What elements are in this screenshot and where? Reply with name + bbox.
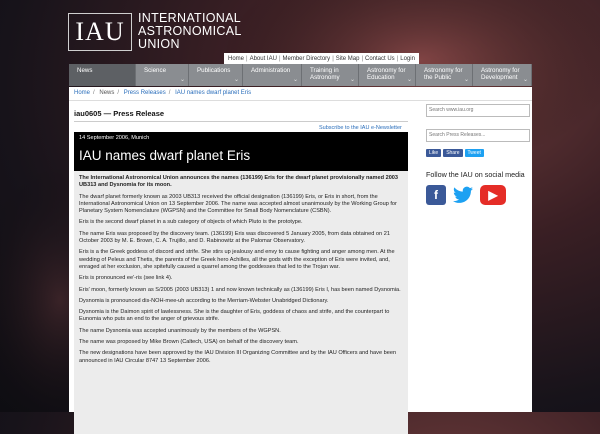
top-link-site-map[interactable]: Site Map xyxy=(336,56,360,62)
main-column: iau0605 — Press Release Subscribe to the… xyxy=(74,109,408,434)
logo-mark: IAU xyxy=(68,12,132,51)
dateline: 14 September 2006, Munich xyxy=(79,135,150,141)
chevron-down-icon: ⌄ xyxy=(463,77,469,83)
nav-item-administration[interactable]: Administration ⌄ xyxy=(243,64,302,86)
paragraph: Eris' moon, formerly known as S/2005 (20… xyxy=(79,286,401,293)
page-content: Home / News / Press Releases / IAU names dw… xyxy=(69,87,532,434)
paragraph: The new designations have been approved … xyxy=(79,350,397,364)
paragraph: The name Eris was proposed by the discov… xyxy=(79,230,390,245)
share-buttons: Like Share Tweet xyxy=(426,149,529,157)
chevron-down-icon: ⌄ xyxy=(233,77,239,83)
top-link-member-directory[interactable]: Member Directory xyxy=(283,56,331,62)
paragraph: The name Dysnomia was accepted unanimous… xyxy=(79,327,281,334)
top-link-login[interactable]: Login xyxy=(400,56,415,62)
breadcrumb-news[interactable]: News xyxy=(99,90,114,96)
logo-text: INTERNATIONAL ASTRONOMICAL UNION xyxy=(138,11,242,51)
top-link-contact[interactable]: Contact Us xyxy=(365,56,395,62)
top-link-home[interactable]: Home xyxy=(228,56,244,62)
divider xyxy=(69,100,532,101)
lead-paragraph: The International Astronomical Union ann… xyxy=(79,175,399,189)
social-links: f ▶ xyxy=(426,184,529,205)
chevron-down-icon: ⌄ xyxy=(406,77,412,83)
paragraph: The name was proposed by Mike Brown (Cal… xyxy=(79,339,299,346)
chevron-down-icon: ⌄ xyxy=(349,77,355,83)
nav-item-public[interactable]: Astronomy for the Public ⌄ xyxy=(416,64,473,86)
facebook-share-button[interactable]: Share xyxy=(443,149,463,157)
top-link-about[interactable]: About IAU xyxy=(250,56,277,62)
site-search-input[interactable]: Search www.iau.org xyxy=(426,104,530,117)
press-release-search-input[interactable]: Search Press Releases... xyxy=(426,129,530,142)
paragraph: Eris is the second dwarf planet in a sub… xyxy=(79,219,303,226)
nav-item-training[interactable]: Training in Astronomy ⌄ xyxy=(302,64,359,86)
paragraph: The dwarf planet formerly known as 2003 … xyxy=(79,193,397,215)
nav-item-science[interactable]: Science ⌄ xyxy=(136,64,189,86)
subscribe-link[interactable]: Subscribe to the IAU e-Newsletter xyxy=(319,125,402,131)
chevron-down-icon: ⌄ xyxy=(179,77,185,83)
nav-item-publications[interactable]: Publications ⌄ xyxy=(189,64,243,86)
tweet-button[interactable]: Tweet xyxy=(464,149,484,157)
twitter-icon[interactable] xyxy=(453,184,473,205)
breadcrumb-current: IAU names dwarf planet Eris xyxy=(175,90,252,96)
headline-box: 14 September 2006, Munich IAU names dwar… xyxy=(74,132,408,171)
breadcrumb-home[interactable]: Home xyxy=(74,90,90,96)
article-body: The International Astronomical Union ann… xyxy=(74,171,408,434)
paragraph: Eris is pronounced ee'-ris (see link 4). xyxy=(79,275,173,282)
facebook-icon[interactable]: f xyxy=(426,184,446,205)
follow-heading: Follow the IAU on social media xyxy=(426,170,525,179)
iau-logo[interactable]: IAU INTERNATIONAL ASTRONOMICAL UNION xyxy=(68,12,242,51)
breadcrumb: Home / News / Press Releases / IAU names dw… xyxy=(74,90,252,96)
youtube-icon[interactable]: ▶ xyxy=(480,184,506,205)
release-id-title: iau0605 — Press Release xyxy=(74,109,165,118)
facebook-like-button[interactable]: Like xyxy=(426,149,442,157)
main-nav: News Science ⌄ Publications ⌄ Administrati… xyxy=(69,64,532,86)
chevron-down-icon: ⌄ xyxy=(292,77,298,83)
sidebar: Search www.iau.org Search Press Releases… xyxy=(426,104,530,205)
divider xyxy=(74,121,408,122)
breadcrumb-press-releases[interactable]: Press Releases xyxy=(124,90,166,96)
paragraph: Dysnomia is pronounced dis-NOH-mee-uh ac… xyxy=(79,297,329,304)
chevron-down-icon: ⌄ xyxy=(522,77,528,83)
paragraph: Eris is a the Greek goddess of discord a… xyxy=(79,249,395,270)
paragraph: Dysnomia is the Daimon spirit of lawless… xyxy=(79,309,390,323)
nav-item-education[interactable]: Astronomy for Education ⌄ xyxy=(359,64,416,86)
page-title: IAU names dwarf planet Eris xyxy=(79,148,251,163)
nav-item-development[interactable]: Astronomy for Development ⌄ xyxy=(473,64,532,86)
top-links: Home | About IAU | Member Directory | Site … xyxy=(224,53,419,64)
nav-item-news[interactable]: News xyxy=(69,64,136,86)
